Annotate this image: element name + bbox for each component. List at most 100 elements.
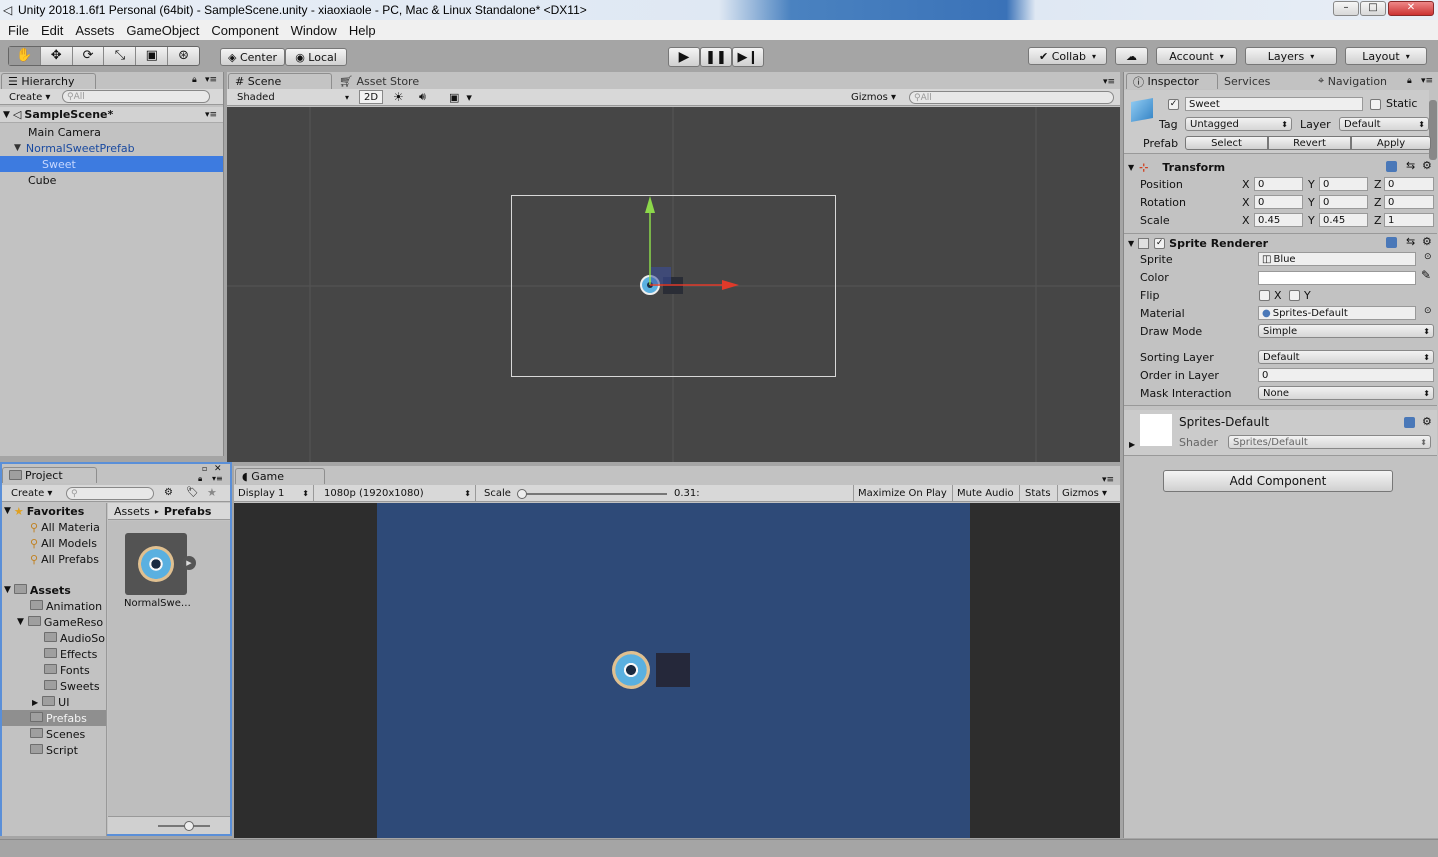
panel-menu-icon[interactable]: ▾≡ (205, 75, 217, 85)
maximize-panel-icon[interactable]: ▫ (202, 464, 207, 473)
pivot-center-button[interactable]: ◈ Center (220, 48, 285, 66)
resolution-dropdown[interactable]: 1080p (1920x1080) ⬍ (324, 485, 476, 501)
active-checkbox[interactable]: ✓ (1168, 99, 1179, 110)
preset-icon[interactable]: ⇆ (1406, 235, 1415, 248)
material-object-field[interactable]: ● Sprites-Default (1258, 306, 1416, 320)
tree-item[interactable]: Scenes (30, 726, 85, 742)
favorite-item[interactable]: ⚲ All Models (30, 535, 97, 551)
slider-thumb[interactable] (184, 821, 194, 831)
scale-slider-thumb[interactable] (517, 489, 527, 499)
tree-item[interactable]: AudioSo (44, 630, 105, 646)
layers-button[interactable]: Layers ▾ (1245, 47, 1337, 65)
prefab-select-button[interactable]: Select (1185, 136, 1268, 150)
prefab-revert-button[interactable]: Revert (1268, 136, 1351, 150)
tab-navigation[interactable]: ⌖ Navigation (1312, 73, 1402, 89)
minimize-button[interactable]: – (1333, 1, 1359, 16)
scale-y-input[interactable]: 0.45 (1319, 213, 1368, 227)
scene-search-input[interactable]: ⚲ All (909, 91, 1114, 104)
layer-dropdown[interactable]: Default (1339, 117, 1429, 131)
menu-assets[interactable]: Assets (69, 23, 120, 38)
shading-mode-dropdown[interactable]: Shaded ▾ (237, 89, 351, 105)
play-button[interactable]: ▶ (668, 47, 700, 67)
close-panel-icon[interactable]: ✕ (214, 464, 222, 474)
settings-gear-icon[interactable]: ⚙ (1422, 415, 1432, 428)
expand-arrow-icon[interactable]: ▼ (4, 506, 11, 516)
step-button[interactable]: ▶❙ (732, 47, 764, 67)
menu-file[interactable]: File (2, 23, 35, 38)
expand-arrow-icon[interactable]: ▼ (17, 617, 24, 627)
tab-hierarchy[interactable]: ☰ Hierarchy (1, 73, 96, 89)
hand-tool-icon[interactable]: ✋ (9, 47, 40, 65)
tree-item[interactable]: Effects (44, 646, 97, 662)
favorite-item[interactable]: ⚲ All Prefabs (30, 551, 99, 567)
rect-tool-icon[interactable]: ▣ (135, 47, 167, 65)
tab-asset-store[interactable]: 🛒︎ Asset Store (333, 73, 433, 89)
panel-menu-icon[interactable]: ▾≡ (1102, 475, 1114, 485)
cube-object[interactable] (656, 653, 690, 687)
tree-item[interactable]: ▶ UI (32, 694, 69, 710)
expand-arrow-icon[interactable]: ▼ (3, 110, 10, 120)
hierarchy-item-main-camera[interactable]: Main Camera (28, 124, 101, 140)
tree-item[interactable]: Script (30, 742, 78, 758)
menu-component[interactable]: Component (205, 23, 284, 38)
panel-menu-icon[interactable]: ▾≡ (212, 474, 223, 483)
filter-type-icon[interactable]: ⚙ (164, 487, 173, 498)
menu-window[interactable]: Window (285, 23, 343, 38)
project-search-input[interactable]: ⚲ (66, 487, 154, 500)
toggle-2d-button[interactable]: 2D (359, 90, 383, 104)
add-component-button[interactable]: Add Component (1163, 470, 1393, 492)
prefab-asset-thumbnail[interactable] (125, 533, 187, 595)
expand-arrow-icon[interactable]: ▼ (4, 585, 11, 595)
inspector-scrollbar[interactable] (1429, 100, 1437, 160)
maximize-button[interactable]: □ (1360, 1, 1386, 16)
scale-tool-icon[interactable]: ⤡ (103, 47, 135, 65)
color-swatch[interactable] (1258, 271, 1416, 285)
breadcrumb-item[interactable]: Assets (114, 505, 150, 518)
tab-services[interactable]: Services (1218, 73, 1308, 89)
draw-mode-dropdown[interactable]: Simple (1258, 324, 1434, 338)
position-z-input[interactable]: 0 (1384, 177, 1434, 191)
prefab-apply-button[interactable]: Apply (1351, 136, 1431, 150)
static-checkbox[interactable] (1370, 99, 1381, 110)
panel-menu-icon[interactable]: ▾≡ (1103, 77, 1115, 87)
rotation-y-input[interactable]: 0 (1319, 195, 1368, 209)
sweet-sprite[interactable] (612, 651, 650, 689)
panel-menu-icon[interactable]: ▾≡ (1421, 76, 1433, 86)
sprite-object-field[interactable]: ◫ Blue (1258, 252, 1416, 266)
mask-interaction-dropdown[interactable]: None (1258, 386, 1434, 400)
audio-toggle[interactable]: 🔊︎ (419, 89, 426, 105)
transform-header[interactable]: ▼ ⊹ Transform (1128, 159, 1225, 175)
layout-button[interactable]: Layout ▾ (1345, 47, 1427, 65)
breadcrumb-item[interactable]: Prefabs (164, 505, 212, 518)
hierarchy-item-cube[interactable]: Cube (28, 172, 56, 188)
display-dropdown[interactable]: Display 1 ⬍ (238, 485, 314, 501)
filter-label-icon[interactable]: 🏷︎ (186, 487, 199, 498)
favorites-header[interactable]: ▼ ★ Favorites (4, 503, 84, 519)
flip-x-checkbox[interactable] (1259, 290, 1270, 301)
scale-x-input[interactable]: 0.45 (1254, 213, 1303, 227)
menu-edit[interactable]: Edit (35, 23, 69, 38)
settings-gear-icon[interactable]: ⚙ (1422, 235, 1432, 248)
tab-game[interactable]: ◖ Game (235, 468, 325, 484)
menu-gameobject[interactable]: GameObject (120, 23, 205, 38)
expand-arrow-icon[interactable]: ▶ (32, 698, 38, 707)
maximize-on-play-toggle[interactable]: Maximize On Play (853, 485, 951, 501)
object-picker-icon[interactable]: ⊙ (1424, 306, 1432, 316)
close-button[interactable]: ✕ (1388, 1, 1434, 16)
pivot-local-button[interactable]: ◉ Local (285, 48, 347, 66)
expand-arrow-icon[interactable]: ▼ (1128, 239, 1134, 248)
tag-dropdown[interactable]: Untagged (1185, 117, 1292, 131)
flip-y-checkbox[interactable] (1289, 290, 1300, 301)
expand-prefab-icon[interactable]: ▶ (182, 556, 196, 570)
account-button[interactable]: Account ▾ (1156, 47, 1237, 65)
transform-tool-icon[interactable]: ⊛ (167, 47, 199, 65)
scale-slider[interactable] (519, 493, 667, 495)
eyedropper-icon[interactable]: ✎ (1421, 268, 1431, 282)
tree-item[interactable]: Sweets (44, 678, 100, 694)
shader-dropdown[interactable]: Sprites/Default (1228, 435, 1431, 449)
rotation-z-input[interactable]: 0 (1384, 195, 1434, 209)
tab-scene[interactable]: # Scene (228, 73, 332, 89)
mute-audio-toggle[interactable]: Mute Audio (952, 485, 1018, 501)
settings-gear-icon[interactable]: ⚙ (1422, 159, 1432, 172)
collab-button[interactable]: ✔ Collab ▾ (1028, 47, 1107, 65)
